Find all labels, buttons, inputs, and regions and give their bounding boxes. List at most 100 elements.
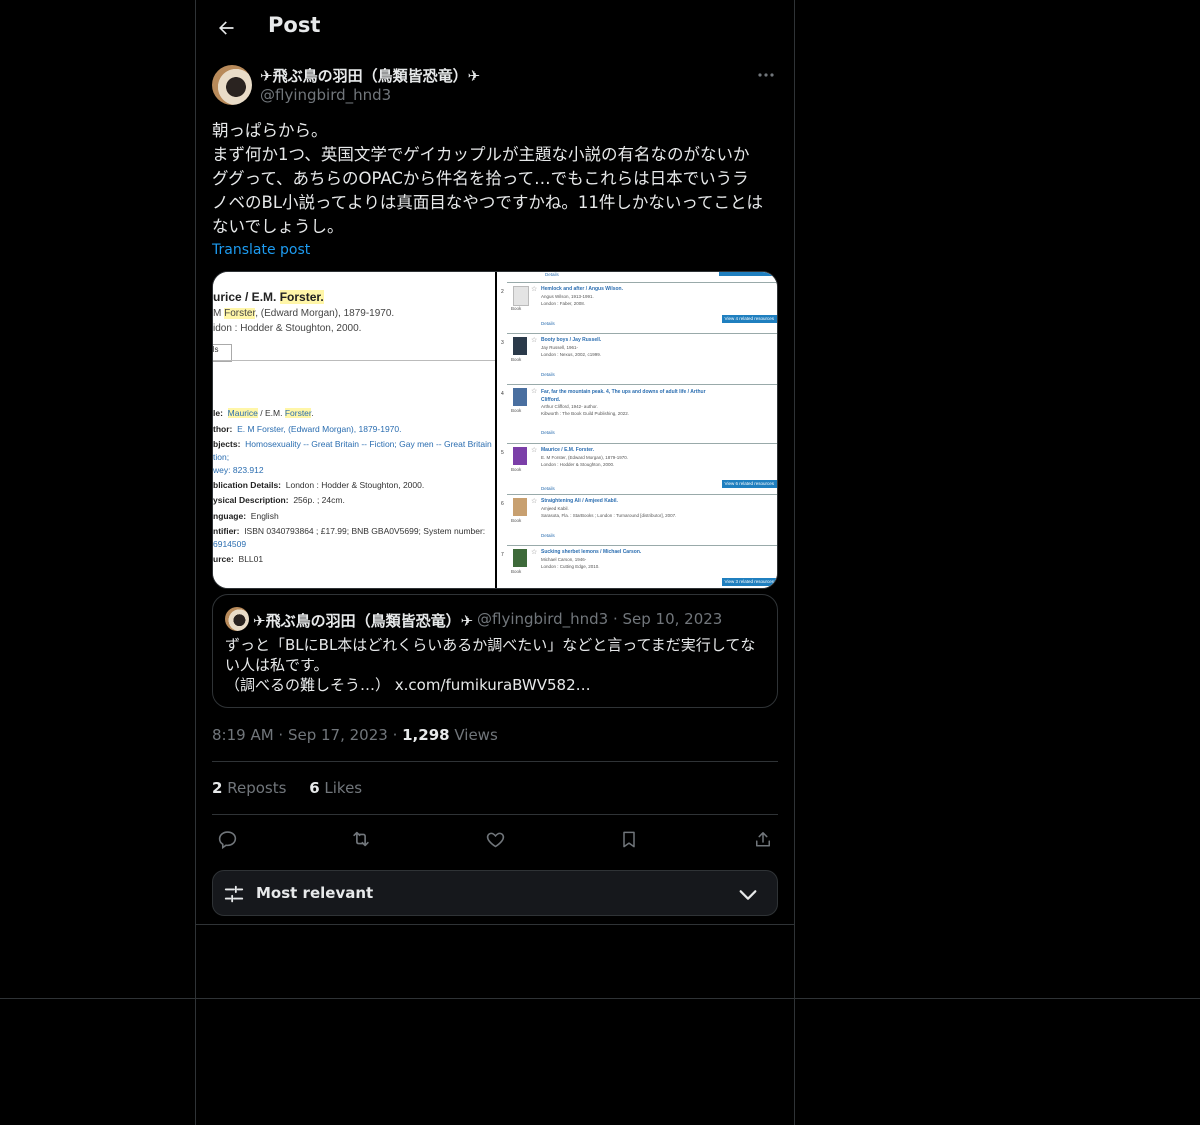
result-details-link: Details — [545, 272, 559, 277]
result-author: E. M Forster, (Edward Morgan), 1879-1970… — [541, 455, 629, 460]
post-author: ✈飛ぶ鳥の羽田（鳥類皆恐竜）✈ @flyingbird_hnd3 — [212, 64, 778, 108]
divider — [196, 924, 794, 925]
record-title: urice / E.M. Forster. — [213, 290, 324, 304]
post-timestamp: 8:19 AM · Sep 17, 2023 · 1,298 Views — [212, 726, 498, 744]
result-details-link: Details — [541, 372, 555, 377]
record-publisher-line: idon : Hodder & Stoughton, 2000. — [213, 323, 362, 334]
divider — [212, 761, 778, 762]
result-author: Jay Russell, 1961- — [541, 345, 579, 350]
reply-icon — [218, 830, 236, 849]
result-author: Michael Carson, 1946- — [541, 557, 587, 562]
result-number: 5 — [501, 450, 504, 456]
likes-stat[interactable]: 6 Likes — [309, 779, 362, 797]
result-row: 4 Book ☆ Far, far the mountain peak. 4, … — [501, 384, 777, 443]
result-details-link: Details — [541, 486, 555, 491]
bookmark-icon — [623, 831, 635, 847]
chevron-down-icon — [739, 890, 757, 900]
result-type: Book — [511, 518, 522, 523]
result-details-link: Details — [541, 321, 555, 326]
result-badge: View 6 related resources — [721, 480, 777, 488]
star-icon: ☆ — [531, 549, 538, 556]
post-stats: 2 Reposts 6 Likes — [212, 779, 380, 797]
reposts-stat[interactable]: 2 Reposts — [212, 779, 286, 797]
reply-button[interactable] — [212, 826, 242, 852]
result-type: Book — [511, 306, 522, 311]
result-row: 5 Book ☆ Maurice / E.M. Forster. E. M Fo… — [501, 443, 777, 494]
result-publisher: Kibworth : The Book Guild Publishing, 20… — [541, 411, 629, 416]
timestamp-text[interactable]: 8:19 AM · Sep 17, 2023 — [212, 726, 388, 744]
result-number: 2 — [501, 289, 504, 295]
result-title: Far, far the mountain peak. 4, The ups a… — [541, 389, 706, 403]
result-number: 7 — [501, 552, 504, 558]
result-number: 6 — [501, 501, 504, 507]
post-text-line: ノベのBL小説ってよりは真面目なやつですかね。11件しかないってことは — [212, 193, 764, 212]
quoted-author-meta: @flyingbird_hnd3 · Sep 10, 2023 — [477, 610, 723, 628]
quoted-text-line: い人は私です。 — [225, 656, 329, 674]
result-number: 3 — [501, 340, 504, 346]
record-field: blication Details: London : Hodder & Sto… — [213, 480, 425, 490]
post-actions — [212, 826, 778, 852]
book-cover-thumbnail — [513, 549, 527, 567]
quoted-text: ずっと「BLにBL本はどれくらいあるか調べたい」などと言ってまだ実行してな い人… — [225, 635, 765, 695]
share-icon — [756, 831, 770, 846]
bookmark-button[interactable] — [614, 826, 644, 852]
reposts-count: 2 — [212, 779, 223, 797]
post-media[interactable]: urice / E.M. Forster. M Forster, (Edward… — [212, 271, 778, 589]
like-button[interactable] — [480, 826, 510, 852]
record-field: ntifier: ISBN 0340793864 ; £17.99; BNB G… — [213, 526, 486, 536]
views-count: 1,298 — [402, 726, 450, 744]
repost-button[interactable] — [346, 826, 376, 852]
result-row: 6 Book ☆ Straightening Ali / Amjeed Kabi… — [501, 494, 777, 545]
result-author: Angus Wilson, 1913-1991. — [541, 294, 594, 299]
star-icon: ☆ — [531, 447, 538, 454]
quoted-text-line: ずっと「BLにBL本はどれくらいあるか調べたい」などと言ってまだ実行してな — [225, 636, 756, 654]
book-cover-thumbnail — [513, 498, 527, 516]
result-row: 3 Book ☆ Booty boys / Jay Russell. Jay R… — [501, 333, 777, 384]
post-text-line: ググって、あちらのOPACから件名を拾って…でもこれらは日本でいうラ — [212, 169, 749, 188]
star-icon: ☆ — [531, 337, 538, 344]
result-row: 2 Book ☆ Hemlock and after / Angus Wilso… — [501, 282, 777, 333]
result-publisher: London : Faber, 2008. — [541, 301, 586, 306]
translate-post-link[interactable]: Translate post — [212, 242, 310, 258]
sort-label: Most relevant — [256, 884, 374, 902]
author-handle[interactable]: @flyingbird_hnd3 — [260, 86, 391, 104]
more-button[interactable] — [754, 64, 778, 86]
result-details-link: Details — [541, 533, 555, 538]
record-field: thor: E. M Forster, (Edward Morgan), 187… — [213, 424, 402, 434]
quoted-post[interactable]: ✈飛ぶ鳥の羽田（鳥類皆恐竜）✈ @flyingbird_hnd3 · Sep 1… — [212, 594, 778, 708]
divider — [0, 998, 1200, 999]
reposts-label: Reposts — [227, 779, 287, 797]
record-field: bjects: Homosexuality -- Great Britain -… — [213, 439, 492, 449]
result-title: Sucking sherbet lemons / Michael Carson. — [541, 549, 642, 555]
column-border-left — [195, 0, 196, 1125]
author-display-name[interactable]: ✈飛ぶ鳥の羽田（鳥類皆恐竜）✈ — [260, 65, 480, 86]
media-image-search-results[interactable]: Details 2 Book ☆ Hemlock and after / Ang… — [497, 272, 777, 588]
result-title: Booty boys / Jay Russell. — [541, 337, 602, 343]
page-title: Post — [268, 13, 321, 37]
record-author-line: M Forster, (Edward Morgan), 1879-1970. — [213, 308, 395, 319]
sliders-icon — [224, 885, 244, 903]
record-field: wey: 823.912 — [213, 465, 264, 475]
result-badge — [719, 272, 777, 276]
avatar[interactable] — [212, 65, 252, 105]
book-cover-thumbnail — [513, 447, 527, 465]
post-text: 朝っぱらから。 まず何か1つ、英国文学でゲイカップルが主題な小説の有名なのがない… — [212, 119, 782, 239]
record-field: urce: BLL01 — [213, 554, 264, 564]
star-icon: ☆ — [531, 286, 538, 293]
result-publisher: London : Cutting Edge, 2010. — [541, 564, 600, 569]
reply-sort-dropdown[interactable]: Most relevant — [212, 870, 778, 916]
post-text-line: 朝っぱらから。 — [212, 121, 328, 140]
result-publisher: London : Nexus, 2002, c1999. — [541, 352, 602, 357]
media-image-catalog-record[interactable]: urice / E.M. Forster. M Forster, (Edward… — [213, 272, 495, 588]
likes-count: 6 — [309, 779, 320, 797]
result-row: 7 Book ☆ Sucking sherbet lemons / Michae… — [501, 545, 777, 588]
result-number: 4 — [501, 391, 504, 397]
star-icon: ☆ — [531, 388, 538, 395]
result-publisher: London : Hodder & Stoughton, 2000. — [541, 462, 615, 467]
header: Post — [196, 0, 794, 55]
avatar — [225, 607, 249, 631]
back-arrow-icon — [219, 21, 234, 35]
share-button[interactable] — [748, 826, 778, 852]
result-details-link: Details — [541, 430, 555, 435]
back-button[interactable] — [210, 12, 242, 44]
